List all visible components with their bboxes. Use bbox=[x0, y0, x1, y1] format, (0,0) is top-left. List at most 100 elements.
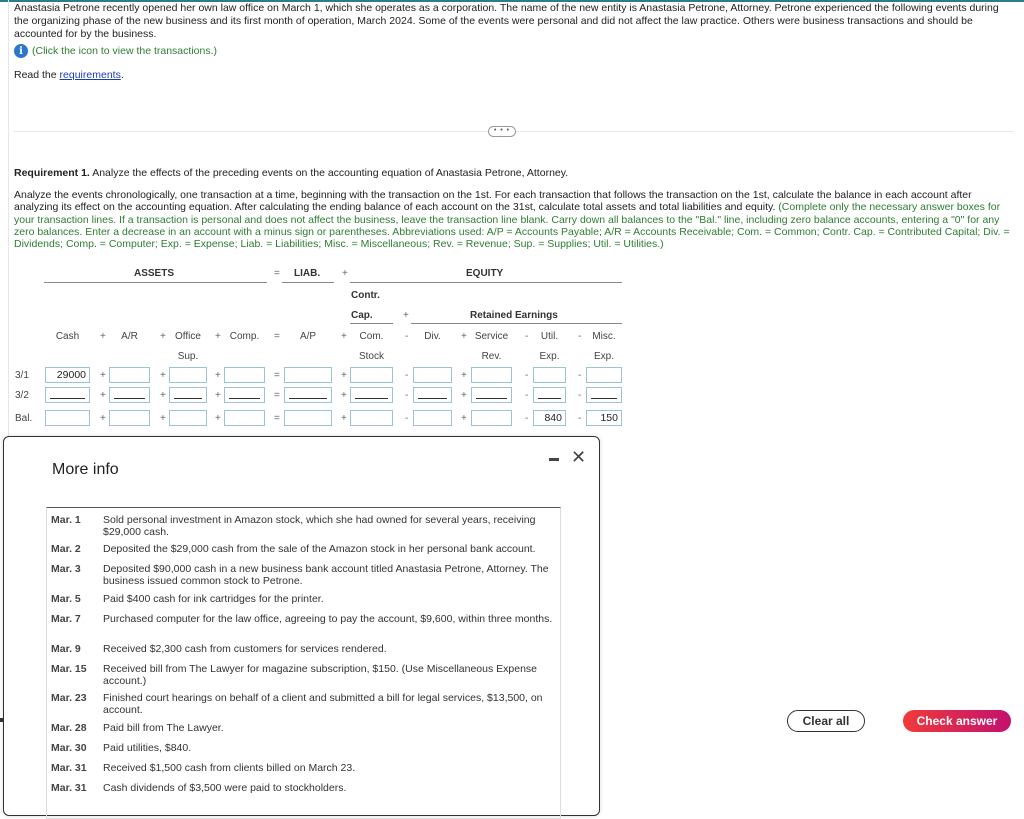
amount-input[interactable] bbox=[413, 367, 452, 383]
column-sublabel: Rev. bbox=[481, 351, 502, 362]
amount-input[interactable] bbox=[284, 367, 332, 383]
transaction-description: Deposited the $29,000 cash from the sale… bbox=[103, 543, 536, 555]
requirements-link[interactable]: requirements bbox=[60, 69, 121, 81]
transaction-description: Paid utilities, $840. bbox=[103, 742, 192, 754]
transaction-description: Deposited $90,000 cash in a new business… bbox=[103, 563, 549, 587]
amount-input[interactable] bbox=[224, 367, 265, 383]
amount-input[interactable] bbox=[169, 410, 207, 426]
more-info-dialog: More info ✕ Mar. 1 Sold personal investme… bbox=[3, 436, 600, 819]
transaction-row: Mar. 2 Deposited the $29,000 cash from th… bbox=[51, 543, 556, 555]
column-label: Comp. bbox=[229, 331, 260, 342]
amount-input[interactable] bbox=[350, 367, 393, 383]
amount-input[interactable] bbox=[284, 387, 332, 403]
column-label: A/R bbox=[121, 331, 138, 342]
row-operator: + bbox=[215, 370, 221, 381]
minimize-icon[interactable] bbox=[549, 458, 559, 461]
transaction-row: Mar. 5 Paid $400 cash for ink cartridges … bbox=[51, 593, 556, 605]
transaction-description: Received $1,500 cash from clients billed… bbox=[103, 762, 356, 774]
edge-marker bbox=[0, 718, 3, 722]
read-requirements: Read the requirements. bbox=[14, 69, 124, 81]
close-icon[interactable]: ✕ bbox=[571, 448, 586, 466]
column-label: Util. bbox=[540, 331, 559, 342]
row-operator: - bbox=[578, 413, 582, 424]
transaction-row: Mar. 15 Received bill from The Lawyer for… bbox=[51, 663, 556, 687]
amount-input[interactable] bbox=[413, 387, 452, 403]
instructions: Analyze the events chronologically, one … bbox=[14, 189, 1014, 250]
retained-earnings-underline bbox=[411, 323, 622, 324]
amount-input[interactable] bbox=[413, 410, 452, 426]
transactions-hint-text: (Click the icon to view the transactions… bbox=[32, 45, 217, 57]
column-operator: + bbox=[461, 331, 467, 342]
transaction-row: Mar. 31 Received $1,500 cash from clients… bbox=[51, 762, 556, 774]
row-operator: + bbox=[160, 370, 166, 381]
row-operator: = bbox=[274, 370, 280, 381]
amount-input[interactable] bbox=[169, 367, 207, 383]
equity-underline bbox=[350, 282, 622, 283]
amount-input[interactable] bbox=[109, 387, 150, 403]
row-operator: + bbox=[160, 413, 166, 424]
transactions-list: Mar. 1 Sold personal investment in Amazon… bbox=[46, 507, 561, 819]
column-operator: = bbox=[274, 331, 280, 342]
amount-input[interactable] bbox=[109, 367, 150, 383]
check-answer-button[interactable]: Check answer bbox=[903, 710, 1011, 732]
requirement-text: Analyze the effects of the preceding eve… bbox=[89, 167, 569, 179]
transaction-row: Mar. 23 Finished court hearings on behalf… bbox=[51, 692, 556, 716]
column-sublabel: Exp. bbox=[593, 351, 614, 362]
expand-button[interactable]: • • • bbox=[488, 126, 516, 137]
row-operator: + bbox=[215, 390, 221, 401]
row-operator: - bbox=[525, 370, 529, 381]
column-sublabel: Sup. bbox=[177, 351, 199, 362]
amount-input[interactable] bbox=[586, 387, 622, 403]
clear-all-button[interactable]: Clear all bbox=[787, 710, 865, 732]
amount-input[interactable] bbox=[586, 367, 622, 383]
transaction-description: Received $2,300 cash from customers for … bbox=[103, 643, 387, 655]
amount-input[interactable] bbox=[533, 387, 566, 403]
column-sublabel: Stock bbox=[358, 351, 384, 362]
transaction-row: Mar. 7 Purchased computer for the law off… bbox=[51, 613, 556, 625]
amount-input[interactable] bbox=[533, 367, 566, 383]
amount-input[interactable] bbox=[109, 410, 150, 426]
transaction-description: Sold personal investment in Amazon stock… bbox=[103, 514, 536, 538]
amount-input[interactable] bbox=[471, 367, 512, 383]
amount-input[interactable] bbox=[45, 387, 90, 403]
transaction-row: Mar. 31 Cash dividends of $3,500 were pai… bbox=[51, 782, 556, 794]
amount-input[interactable]: 150 bbox=[586, 410, 622, 426]
contr-cap-header-2: Cap. bbox=[351, 310, 373, 321]
info-icon[interactable]: i bbox=[14, 44, 28, 58]
row-label: 3/2 bbox=[15, 390, 29, 401]
transaction-description: Cash dividends of $3,500 were paid to st… bbox=[103, 782, 347, 794]
row-operator: + bbox=[341, 370, 347, 381]
transaction-date: Mar. 30 bbox=[51, 742, 87, 754]
transaction-date: Mar. 28 bbox=[51, 722, 87, 734]
amount-input[interactable] bbox=[471, 410, 512, 426]
amount-input[interactable] bbox=[224, 387, 265, 403]
transactions-hint: i (Click the icon to view the transactio… bbox=[14, 44, 217, 58]
amount-input[interactable] bbox=[169, 387, 207, 403]
transaction-date: Mar. 2 bbox=[51, 543, 81, 555]
row-operator: - bbox=[578, 370, 582, 381]
contr-cap-header-1: Contr. bbox=[351, 290, 380, 301]
transaction-description: Paid $400 cash for ink cartridges for th… bbox=[103, 593, 324, 605]
transaction-description: Paid bill from The Lawyer. bbox=[103, 722, 224, 734]
transaction-row: Mar. 30 Paid utilities, $840. bbox=[51, 742, 556, 754]
amount-input[interactable]: 840 bbox=[533, 410, 566, 426]
transaction-date: Mar. 9 bbox=[51, 643, 81, 655]
amount-input[interactable] bbox=[224, 410, 265, 426]
amount-input[interactable] bbox=[471, 387, 512, 403]
eq-sign-header: = bbox=[274, 268, 280, 279]
amount-input[interactable] bbox=[350, 410, 393, 426]
amount-input[interactable] bbox=[45, 410, 90, 426]
amount-input[interactable] bbox=[284, 410, 332, 426]
requirement-heading: Requirement 1. Analyze the effects of th… bbox=[14, 167, 568, 179]
column-operator: - bbox=[578, 331, 582, 342]
column-label: Div. bbox=[424, 331, 441, 342]
column-operator: + bbox=[100, 331, 106, 342]
row-operator: - bbox=[405, 370, 409, 381]
amount-input[interactable] bbox=[350, 387, 393, 403]
transaction-date: Mar. 31 bbox=[51, 782, 87, 794]
requirement-label: Requirement 1. bbox=[14, 167, 90, 179]
amount-input[interactable]: 29000 bbox=[45, 367, 90, 383]
column-label: Office bbox=[175, 331, 201, 342]
liab-header: LIAB. bbox=[294, 268, 321, 279]
column-label: Service bbox=[474, 331, 509, 342]
